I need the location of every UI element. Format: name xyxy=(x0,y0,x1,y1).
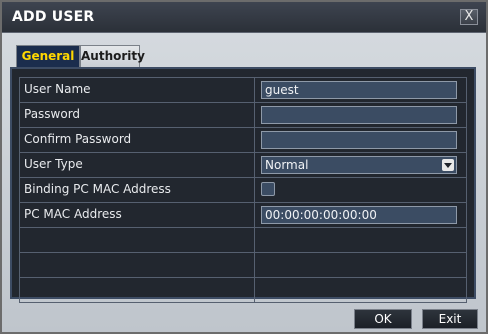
binding-mac-label: Binding PC MAC Address xyxy=(19,178,255,202)
row-user-name: User Name guest xyxy=(19,77,467,102)
user-type-select[interactable]: Normal xyxy=(261,156,457,174)
empty-row xyxy=(19,227,467,252)
add-user-dialog: ADD USER X General Authority User Name g… xyxy=(0,0,488,334)
exit-button[interactable]: Exit xyxy=(422,309,478,329)
binding-mac-checkbox[interactable] xyxy=(261,182,275,196)
dialog-title: ADD USER xyxy=(12,9,95,25)
dialog-content: General Authority User Name guest Passwo… xyxy=(2,33,486,332)
settings-grid: User Name guest Password Confirm Passwor… xyxy=(19,77,467,303)
user-name-input[interactable]: guest xyxy=(261,81,457,99)
empty-row xyxy=(19,252,467,277)
pc-mac-label: PC MAC Address xyxy=(19,203,255,227)
user-type-label: User Type xyxy=(19,153,255,177)
chevron-down-icon[interactable] xyxy=(442,159,454,171)
user-name-label: User Name xyxy=(19,78,255,102)
empty-row xyxy=(19,277,467,303)
dialog-titlebar: ADD USER X xyxy=(2,2,486,33)
pc-mac-input[interactable]: 00:00:00:00:00:00 xyxy=(261,206,457,224)
tab-authority[interactable]: Authority xyxy=(80,45,145,67)
row-binding-mac: Binding PC MAC Address xyxy=(19,177,467,202)
row-confirm-password: Confirm Password xyxy=(19,127,467,152)
row-pc-mac: PC MAC Address 00:00:00:00:00:00 xyxy=(19,202,467,227)
row-password: Password xyxy=(19,102,467,127)
general-panel: User Name guest Password Confirm Passwor… xyxy=(10,67,476,303)
ok-button[interactable]: OK xyxy=(354,309,412,329)
close-button[interactable]: X xyxy=(460,9,478,25)
password-input[interactable] xyxy=(261,106,457,124)
tab-general[interactable]: General xyxy=(16,45,80,67)
row-user-type: User Type Normal xyxy=(19,152,467,177)
confirm-password-input[interactable] xyxy=(261,131,457,149)
confirm-password-label: Confirm Password xyxy=(19,128,255,152)
user-type-value: Normal xyxy=(265,158,309,172)
password-label: Password xyxy=(19,103,255,127)
